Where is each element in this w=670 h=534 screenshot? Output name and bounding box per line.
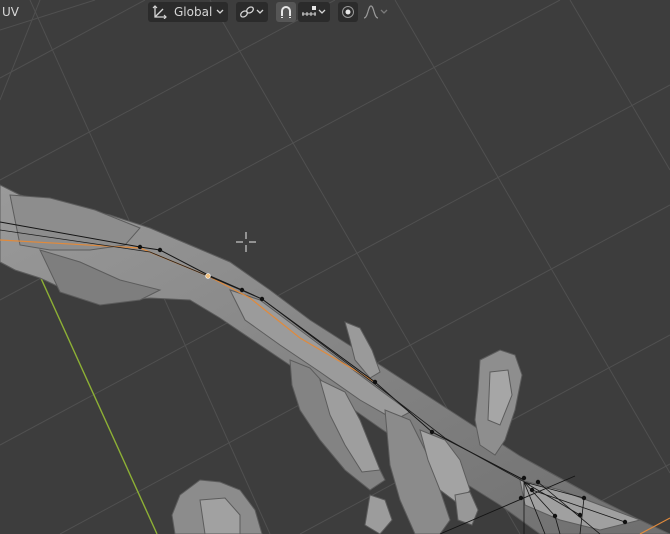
3d-cursor-crosshair-icon	[236, 232, 256, 252]
active-joint	[205, 273, 211, 279]
viewport-canvas[interactable]	[0, 0, 670, 534]
chevron-down-icon	[318, 9, 326, 15]
viewport-header-tools: Global	[148, 2, 390, 22]
falloff-curve-icon	[363, 5, 379, 19]
pivot-point-dropdown[interactable]	[236, 2, 268, 22]
chevron-down-icon	[216, 9, 224, 15]
proportional-falloff-dropdown[interactable]	[360, 2, 390, 22]
snap-toggle[interactable]	[276, 2, 296, 22]
snap-increment-icon	[301, 5, 317, 19]
3d-viewport[interactable]	[0, 0, 670, 534]
proportional-edit-toggle[interactable]	[338, 2, 358, 22]
snap-element-dropdown[interactable]	[298, 2, 330, 22]
pivot-point-link-icon	[239, 5, 255, 19]
proportional-edit-icon	[341, 5, 355, 19]
3d-cursor[interactable]	[236, 232, 256, 256]
chevron-down-icon	[380, 9, 388, 15]
transform-orientation-dropdown[interactable]: Global	[148, 2, 228, 22]
mode-label: UV	[2, 5, 19, 19]
transform-orientation-icon	[152, 5, 168, 19]
transform-orientation-label: Global	[174, 5, 213, 19]
magnet-snap-icon	[279, 5, 293, 19]
mesh-object[interactable]	[0, 184, 670, 534]
chevron-down-icon	[256, 9, 264, 15]
